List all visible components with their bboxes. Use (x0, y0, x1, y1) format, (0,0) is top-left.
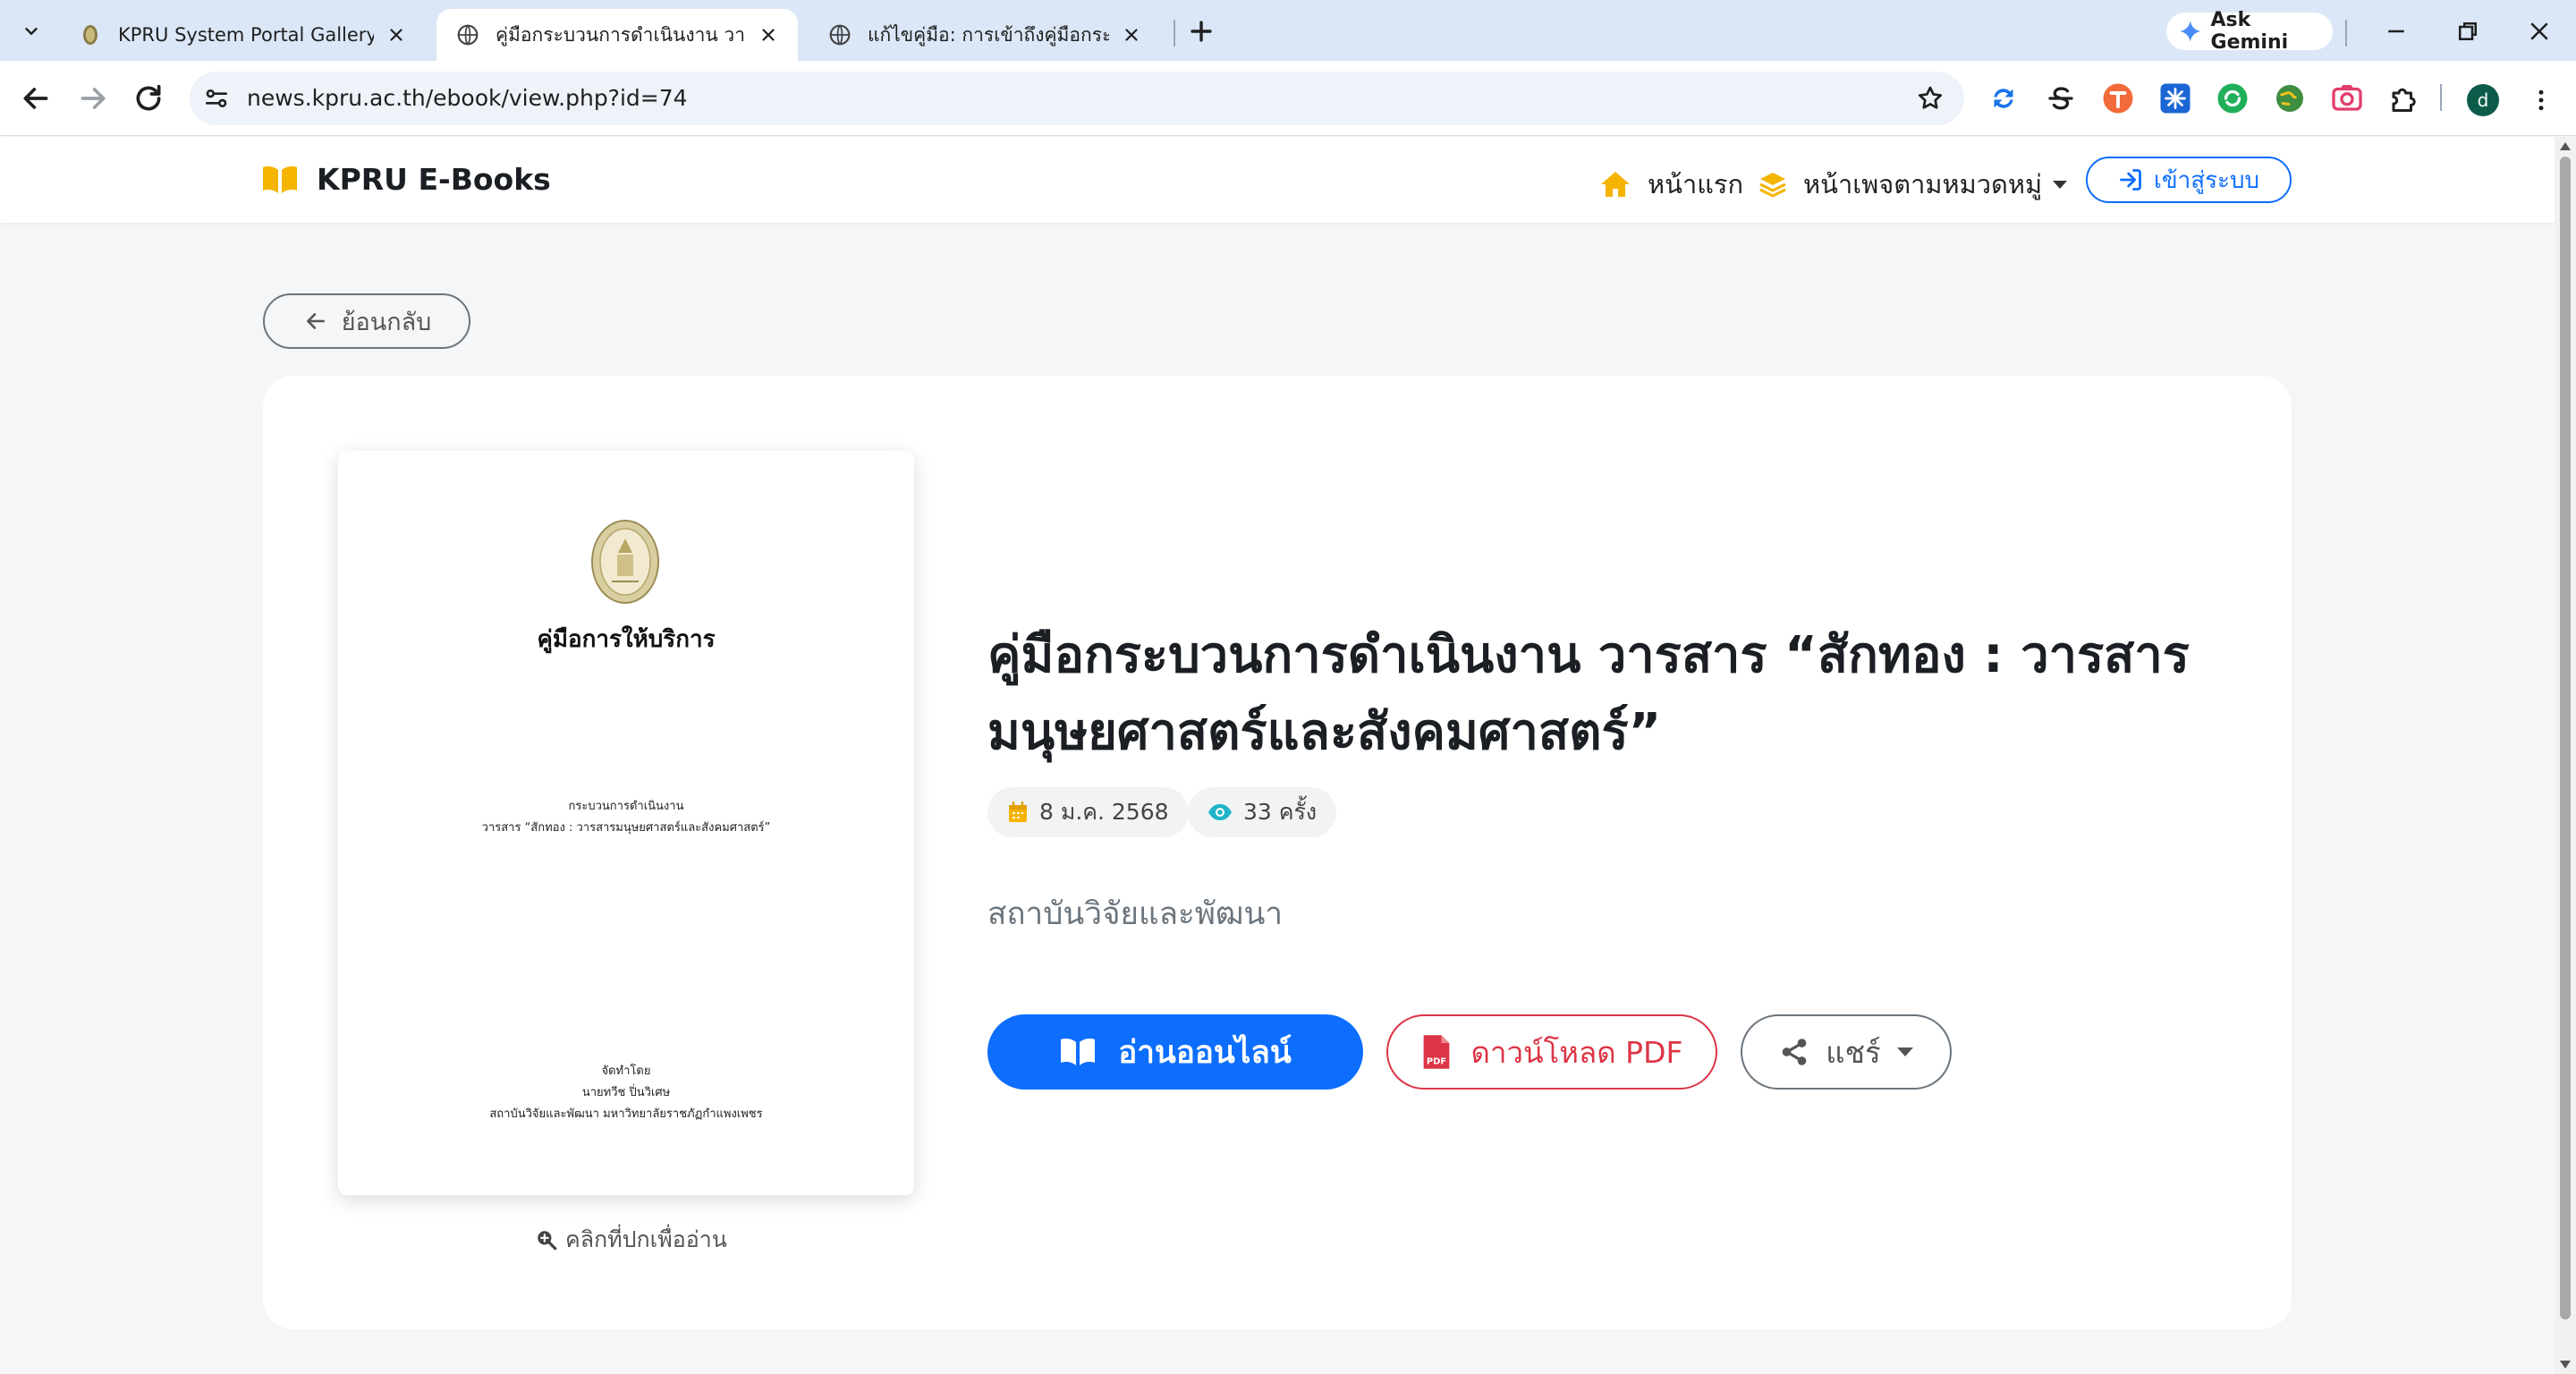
svg-text:PDF: PDF (1426, 1056, 1445, 1066)
globe-icon (829, 24, 851, 46)
zoom-in-icon (538, 1231, 557, 1251)
camera-extension-icon[interactable] (2331, 82, 2363, 114)
brand-name: KPRU E-Books (317, 162, 551, 197)
layers-icon (1759, 173, 1786, 198)
cover-by-label: จัดทำโดย (601, 1064, 651, 1078)
open-book-icon (263, 165, 297, 193)
university-seal-icon (591, 520, 659, 604)
chevron-down-icon (25, 28, 38, 35)
browser-tab-strip: KPRU System Portal Gallery คู่มือกระบวนก… (0, 0, 2576, 61)
publish-date-badge: 8 ม.ค. 2568 (987, 787, 1189, 837)
ask-gemini-button[interactable]: Ask Gemini (2166, 9, 2333, 54)
login-button[interactable]: เข้าสู่ระบบ (2086, 157, 2292, 203)
s-extension-icon[interactable] (2045, 82, 2077, 114)
reload-icon[interactable] (131, 81, 166, 116)
cover-subtitle-line2: วารสาร “สักทอง : วารสารมนุษยศาสตร์และสัง… (481, 821, 771, 835)
department-name: สถาบันวิจัยและพัฒนา (987, 896, 1284, 932)
caret-down-icon (2053, 180, 2068, 189)
arrow-left-icon (306, 313, 325, 329)
tab-current-ebook[interactable]: คู่มือกระบวนการดำเนินงาน วารสาร “สักทอง (436, 9, 798, 61)
read-online-label: อ่านออนไลน์ (1118, 1034, 1292, 1071)
globe-extension-icon[interactable] (2274, 82, 2306, 114)
tab-edit-manual[interactable]: แก้ไขคู่มือ: การเข้าถึงคู่มือกระบวนการ (809, 9, 1161, 61)
nav-home-label: หน้าแรก (1648, 169, 1744, 199)
home-icon (1601, 172, 1630, 197)
site-settings-icon[interactable] (202, 84, 231, 113)
caret-down-icon (1896, 1047, 1913, 1056)
close-icon[interactable] (386, 25, 406, 45)
cover-click-hint[interactable]: คลิกที่ปกเพื่ออ่าน (535, 1222, 727, 1258)
back-label: ย้อนกลับ (341, 308, 432, 336)
file-pdf-icon: PDF (1423, 1035, 1449, 1069)
tab-title: คู่มือกระบวนการดำเนินงาน วารสาร “สักทอง (496, 23, 746, 46)
site-navbar: KPRU E-Books หน้าแรก หน้าเพจตามหมวดหมู่ … (0, 137, 2555, 223)
back-button[interactable]: ย้อนกลับ (263, 293, 470, 349)
sign-in-icon (2120, 169, 2141, 191)
address-bar[interactable]: news.kpru.ac.th/ebook/view.php?id=74 (190, 72, 1964, 125)
eye-icon (1208, 804, 1232, 820)
nav-categories-dropdown[interactable]: หน้าเพจตามหมวดหมู่ (1758, 164, 2068, 205)
site-brand[interactable]: KPRU E-Books (261, 162, 551, 197)
share-dropdown-button[interactable]: แชร์ (1741, 1014, 1952, 1090)
forward-arrow-icon[interactable] (75, 81, 111, 116)
share-nodes-icon (1782, 1039, 1807, 1065)
cover-hint-text: คลิกที่ปกเพื่ออ่าน (565, 1226, 727, 1252)
tab-separator (1174, 20, 1175, 47)
book-title: คู่มือกระบวนการดำเนินงาน วารสาร “สักทอง … (987, 626, 2190, 761)
snowflake-icon[interactable] (2159, 82, 2191, 114)
scroll-up-arrow-icon[interactable] (2560, 142, 2571, 150)
browser-toolbar: news.kpru.ac.th/ebook/view.php?id=74 d (0, 61, 2576, 136)
close-window-icon[interactable] (2526, 18, 2553, 45)
back-arrow-icon[interactable] (18, 81, 54, 116)
tab-title: แก้ไขคู่มือ: การเข้าถึงคู่มือกระบวนการ (868, 23, 1109, 46)
globe-icon (457, 24, 479, 46)
scroll-down-arrow-icon[interactable] (2560, 1361, 2571, 1369)
university-seal-favicon-icon (83, 25, 97, 45)
gemini-sparkle-icon (2180, 21, 2201, 42)
download-pdf-label: ดาวน์โหลด PDF (1470, 1034, 1683, 1070)
publish-date: 8 ม.ค. 2568 (1039, 799, 1169, 825)
ask-gemini-label: Ask Gemini (2210, 9, 2289, 54)
more-options-icon[interactable] (2528, 84, 2555, 116)
view-count-badge: 33 ครั้ง (1188, 787, 1337, 837)
nav-categories-label: หน้าเพจตามหมวดหมู่ (1803, 169, 2043, 199)
translate-icon[interactable] (2102, 82, 2134, 114)
page-scrollbar[interactable] (2555, 137, 2576, 1374)
toolbar-separator (2345, 20, 2347, 47)
close-icon[interactable] (1122, 25, 1141, 45)
puzzle-icon[interactable] (2388, 82, 2420, 114)
cover-title: คู่มือการให้บริการ (537, 626, 716, 653)
read-online-button[interactable]: อ่านออนไลน์ (987, 1014, 1363, 1090)
login-label: เข้าสู่ระบบ (2153, 166, 2260, 194)
cover-organization: สถาบันวิจัยและพัฒนา มหาวิทยาลัยราชภัฏกำแ… (489, 1107, 763, 1121)
sync-icon[interactable] (1987, 82, 2020, 114)
book-cover[interactable]: คู่มือการให้บริการ กระบวนการดำเนินงาน วา… (338, 451, 914, 1195)
bookmark-star-icon[interactable] (1916, 84, 1945, 113)
close-icon[interactable] (758, 25, 778, 45)
new-tab-plus-icon[interactable] (1186, 16, 1216, 47)
share-label: แชร์ (1826, 1034, 1881, 1070)
restore-icon[interactable] (2454, 18, 2481, 45)
tab-search-button[interactable] (13, 14, 50, 48)
cover-subtitle-line1: กระบวนการดำเนินงาน (568, 800, 684, 813)
url-text: news.kpru.ac.th/ebook/view.php?id=74 (247, 85, 688, 111)
view-count: 33 ครั้ง (1243, 799, 1318, 825)
scrollbar-thumb[interactable] (2560, 157, 2571, 1319)
profile-avatar[interactable]: d (2467, 84, 2499, 116)
toolbar-separator (2440, 84, 2442, 111)
calendar-icon (1009, 801, 1027, 822)
open-book-icon (1061, 1039, 1096, 1065)
cover-author: นายทวีช ปิ่นวิเศษ (581, 1086, 671, 1099)
tab-title: KPRU System Portal Gallery (118, 24, 374, 46)
tab-portal-gallery[interactable]: KPRU System Portal Gallery (59, 9, 426, 61)
minimize-icon[interactable] (2383, 18, 2410, 45)
nav-home-link[interactable]: หน้าแรก (1599, 164, 1743, 205)
download-pdf-button[interactable]: PDF ดาวน์โหลด PDF (1386, 1014, 1717, 1090)
refresh-green-icon[interactable] (2216, 82, 2249, 114)
